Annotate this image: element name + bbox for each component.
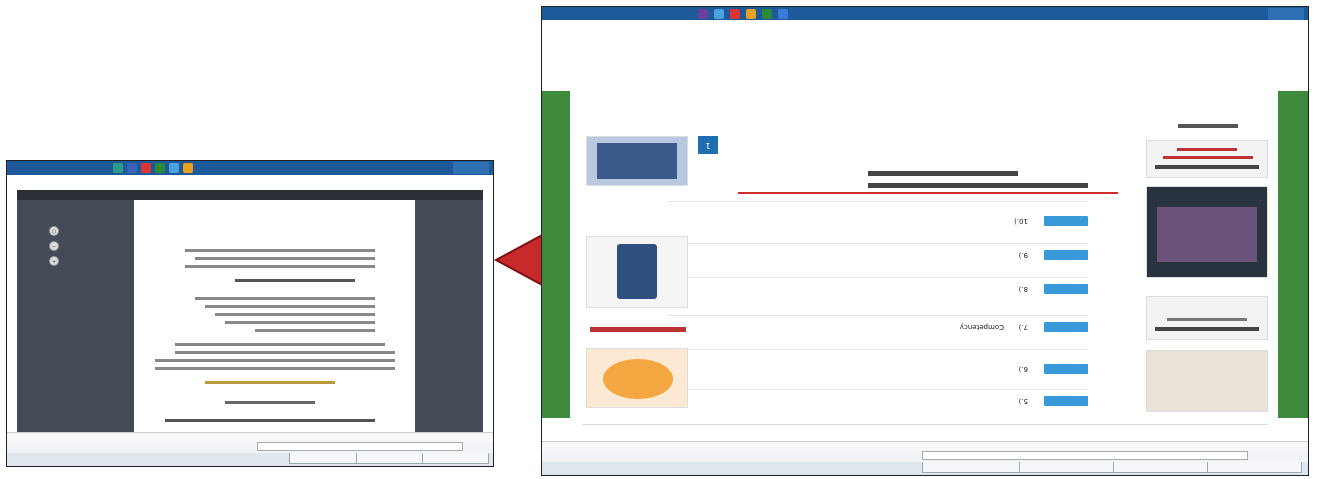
- slide-heading-line: [235, 279, 355, 282]
- course-number: 6.): [1018, 365, 1028, 373]
- course-enroll-button[interactable]: [1044, 322, 1088, 332]
- course-row: 8.): [668, 277, 1088, 300]
- url-input[interactable]: [257, 442, 463, 451]
- slide-bullet-line: [185, 249, 375, 252]
- course-info-card: [1146, 140, 1268, 178]
- section-text-line: [868, 171, 1018, 176]
- bookmarks-bar: [542, 441, 1308, 451]
- right-screenshot-rotated: 5.) 6.) 7.) Competency 8.) 9.) 10.) 1: [542, 7, 1308, 475]
- zoom-in-button[interactable]: +: [49, 256, 59, 266]
- explorer-icon[interactable]: [169, 163, 179, 173]
- banner-caption: [590, 327, 686, 332]
- site-green-border-right: [542, 91, 570, 418]
- course-enroll-button[interactable]: [1044, 250, 1088, 260]
- app-icon[interactable]: [778, 9, 788, 19]
- viewer-right-panel: [17, 200, 134, 432]
- bookmarks-bar: [7, 432, 493, 442]
- slide-text-line: [175, 343, 385, 346]
- red-underline: [738, 192, 1118, 194]
- pager-button[interactable]: 1: [698, 136, 718, 154]
- slide-bullet-line: [205, 305, 375, 308]
- fit-page-button[interactable]: ○: [49, 226, 59, 236]
- app-icon[interactable]: [762, 9, 772, 19]
- course-row: 10.): [668, 201, 1088, 232]
- slide-bullet-line: [195, 257, 375, 260]
- browser-tab-bar: [542, 461, 1308, 475]
- tablet-illustration[interactable]: [586, 236, 688, 308]
- slide-page: [134, 200, 415, 432]
- slide-bullet-line: [225, 321, 375, 324]
- windows-start-icon[interactable]: [453, 162, 489, 174]
- browser-tab[interactable]: [1016, 462, 1114, 473]
- course-row: 7.) Competency: [668, 315, 1088, 338]
- slide-subtitle-line: [225, 401, 315, 404]
- course-enroll-button[interactable]: [1044, 216, 1088, 226]
- app-icon[interactable]: [698, 9, 708, 19]
- slide-text-line: [175, 351, 395, 354]
- windows-taskbar: [7, 161, 493, 175]
- browser-tab[interactable]: [421, 453, 489, 464]
- server-illustration[interactable]: [586, 136, 688, 186]
- slide-text-line: [155, 367, 395, 370]
- address-bar: [7, 441, 493, 453]
- slide-title-line: [165, 419, 375, 422]
- site-navigation: [582, 424, 1268, 441]
- browser-tab-bar: [7, 452, 493, 466]
- slide-section-line: [205, 381, 335, 384]
- url-input[interactable]: [922, 451, 1248, 460]
- viewer-left-panel: [415, 200, 483, 432]
- course-keyword: Competency: [959, 323, 1004, 331]
- browser-tab[interactable]: [1204, 462, 1302, 473]
- right-screenshot: 5.) 6.) 7.) Competency 8.) 9.) 10.) 1: [541, 6, 1309, 476]
- browser-icon[interactable]: [183, 163, 193, 173]
- app-icon[interactable]: [730, 9, 740, 19]
- address-bar: [542, 450, 1308, 462]
- viewer-toolbar: [17, 190, 483, 200]
- course-number: 5.): [1018, 397, 1028, 405]
- slide-bullet-line: [195, 297, 375, 300]
- course-photo-card[interactable]: [1146, 186, 1268, 278]
- course-info-card: [1146, 296, 1268, 340]
- course-number: 7.): [1018, 323, 1028, 331]
- zoom-out-button[interactable]: −: [49, 241, 59, 251]
- course-enroll-button[interactable]: [1044, 364, 1088, 374]
- app-icon[interactable]: [141, 163, 151, 173]
- course-enroll-button[interactable]: [1044, 284, 1088, 294]
- app-icon[interactable]: [113, 163, 123, 173]
- site-main-content: 5.) 6.) 7.) Competency 8.) 9.) 10.) 1: [570, 91, 1278, 418]
- course-row: 6.): [668, 349, 1088, 380]
- browser-tab[interactable]: [922, 462, 1020, 473]
- slide-text-line: [155, 359, 395, 362]
- course-row: 9.): [668, 243, 1088, 266]
- section-text-line: [868, 183, 1088, 188]
- more-link[interactable]: [1178, 124, 1238, 128]
- course-banner-image[interactable]: [586, 348, 688, 408]
- browser-tab[interactable]: [1110, 462, 1208, 473]
- slide-bullet-line: [215, 313, 375, 316]
- site-green-border-left: [1278, 91, 1308, 418]
- course-number: 10.): [1014, 217, 1028, 225]
- course-number: 8.): [1018, 285, 1028, 293]
- windows-start-icon[interactable]: [1268, 8, 1304, 20]
- app-icon[interactable]: [155, 163, 165, 173]
- left-screenshot-rotated: + − ○: [7, 161, 493, 466]
- course-row: 5.): [668, 389, 1088, 412]
- browser-tab[interactable]: [355, 453, 423, 464]
- slide-bullet-line: [185, 265, 375, 268]
- course-image-card[interactable]: [1146, 350, 1268, 412]
- windows-taskbar: [542, 7, 1308, 20]
- course-enroll-button[interactable]: [1044, 396, 1088, 406]
- browser-icon[interactable]: [746, 9, 756, 19]
- left-screenshot: + − ○: [6, 160, 494, 467]
- course-number: 9.): [1018, 251, 1028, 259]
- explorer-icon[interactable]: [714, 9, 724, 19]
- browser-tab[interactable]: [289, 453, 357, 464]
- slide-bullet-line: [255, 329, 375, 332]
- app-icon[interactable]: [127, 163, 137, 173]
